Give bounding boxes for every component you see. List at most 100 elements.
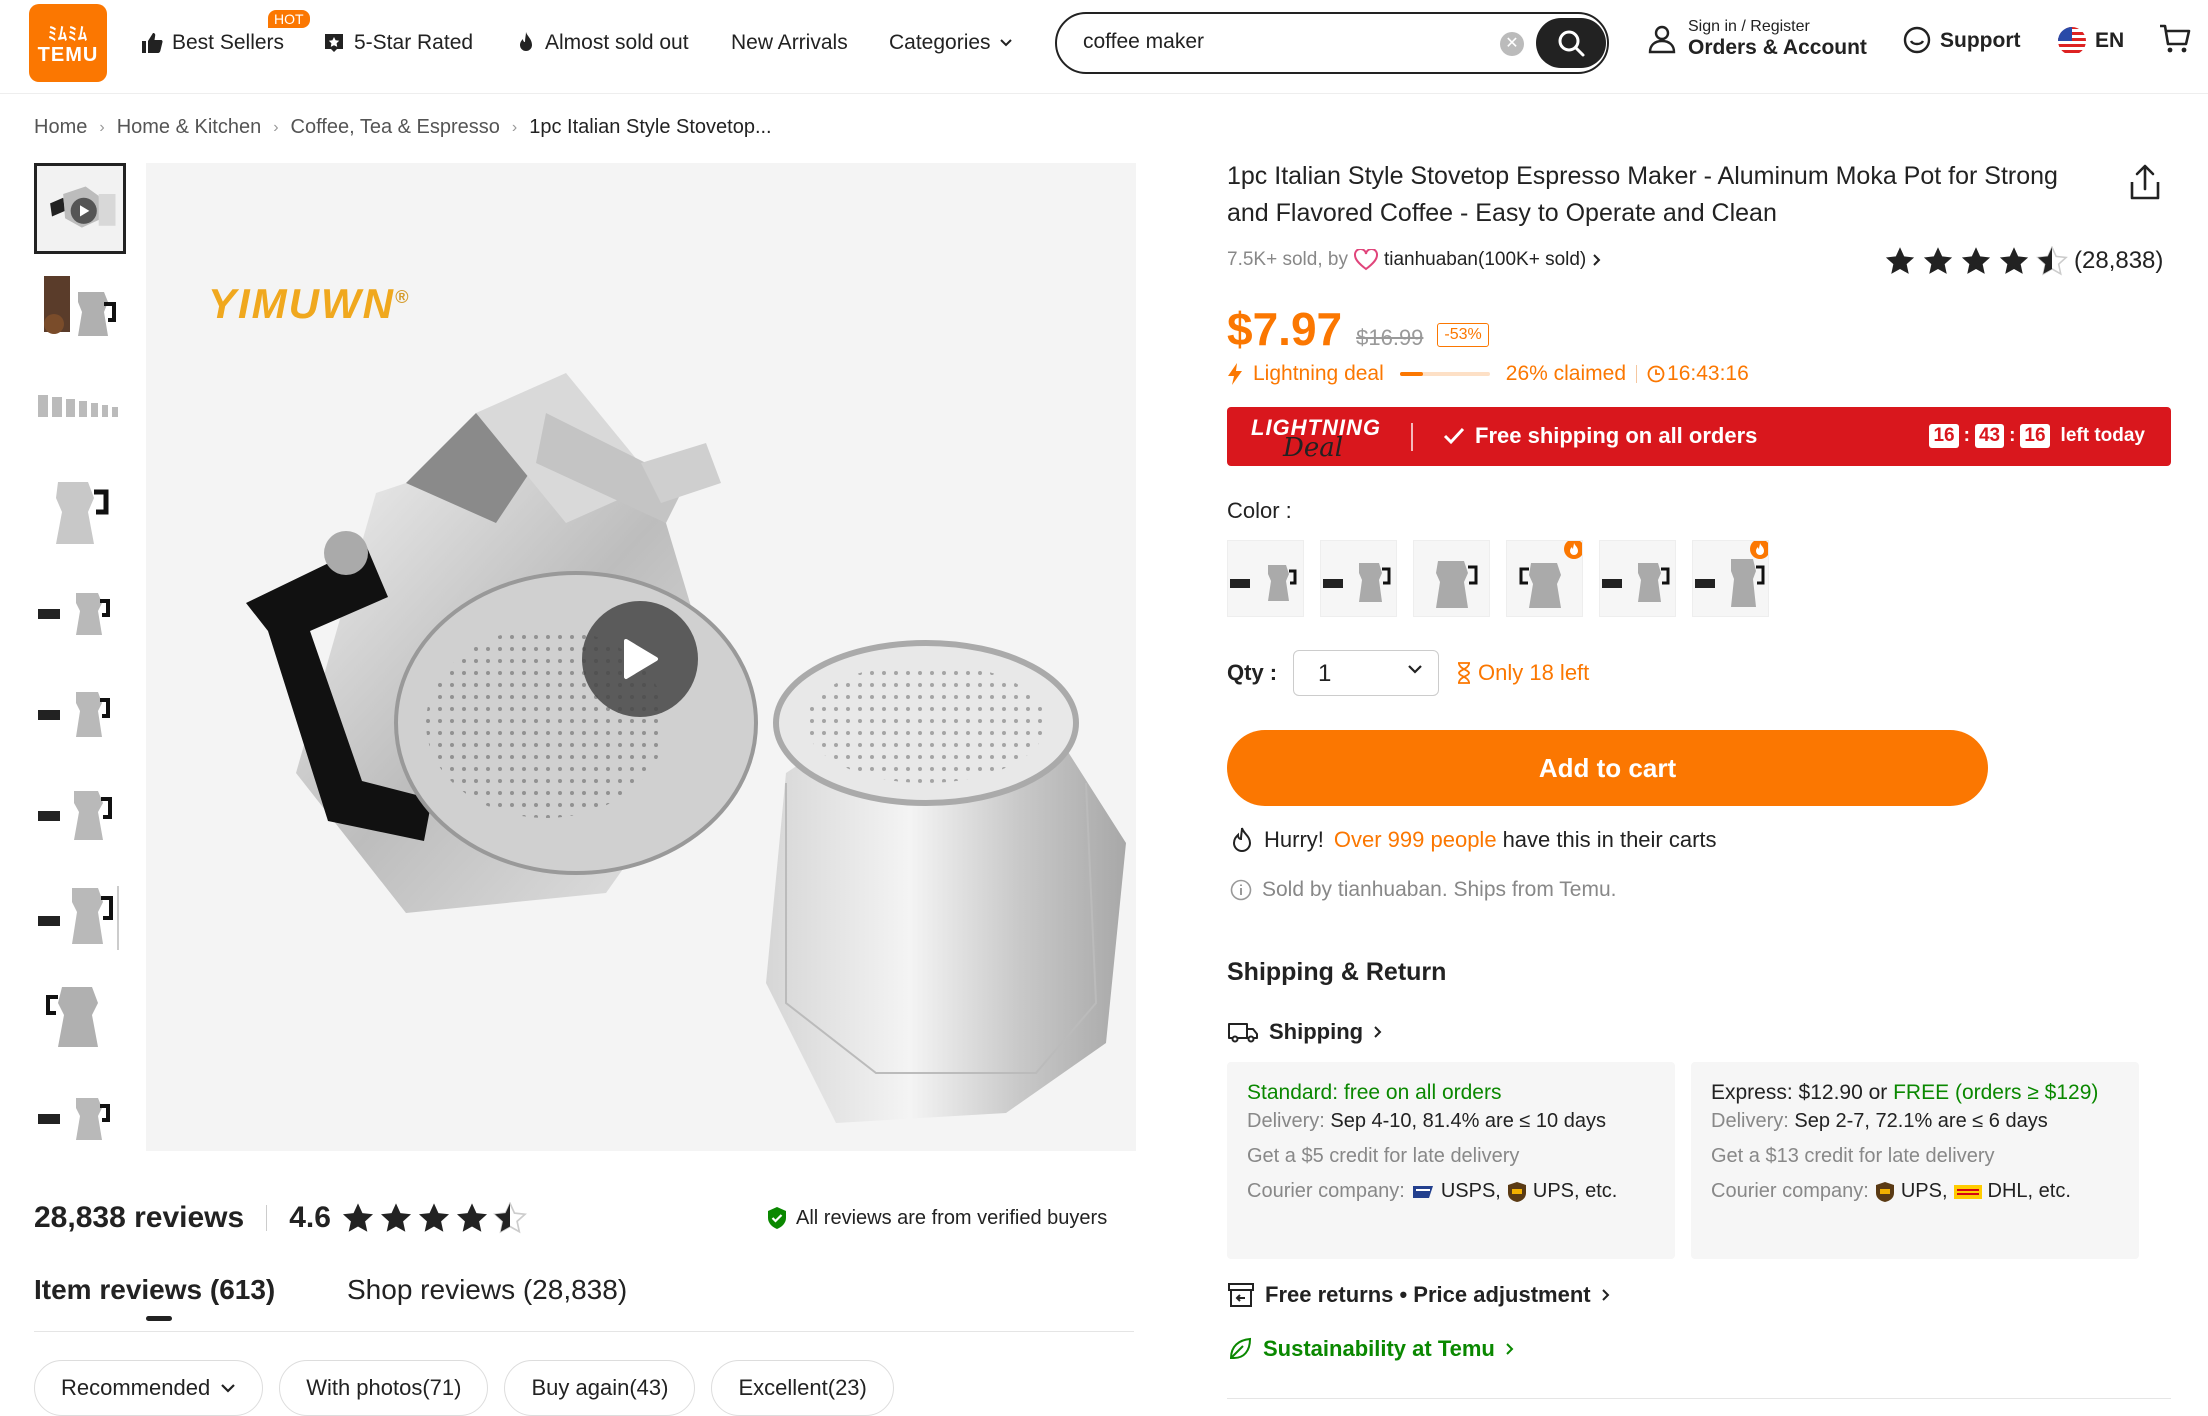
express-credit: Get a $13 credit for late delivery <box>1711 1145 1995 1167</box>
info-icon <box>1230 879 1252 901</box>
hurry-people: Over 999 people <box>1333 827 1497 852</box>
star-full-icon <box>418 1203 449 1232</box>
tab-shop-reviews[interactable]: Shop reviews (28,838) <box>347 1274 627 1306</box>
nav-categories[interactable]: Categories <box>889 28 1013 58</box>
temu-logo[interactable]: ﾐﾑﾐﾑ TEMU <box>29 4 107 82</box>
breadcrumb-home-kitchen[interactable]: Home & Kitchen <box>117 116 262 139</box>
nav-best-sellers[interactable]: Best Sellers <box>140 28 284 58</box>
language-selector[interactable]: EN <box>2057 26 2124 56</box>
thumbnail-image[interactable] <box>34 1072 126 1163</box>
shipping-link-label: Shipping <box>1269 1019 1364 1044</box>
ups-logo-icon <box>1507 1181 1526 1202</box>
clear-search-icon[interactable]: ✕ <box>1500 32 1524 56</box>
moka-pot-swatch-image <box>1230 565 1297 601</box>
shipping-link[interactable]: Shipping <box>1227 1019 1383 1045</box>
truck-icon <box>1228 1023 1258 1043</box>
courier-label: Courier company: <box>1711 1180 1869 1202</box>
stock-text: Only 18 left <box>1478 660 1590 685</box>
claimed-progress-fill <box>1399 372 1424 376</box>
cart-button[interactable] <box>2158 24 2192 54</box>
chevron-right-icon <box>1593 254 1601 266</box>
moka-pot-thumbnail-image <box>37 166 123 251</box>
add-to-cart-button[interactable]: Add to cart <box>1227 730 1988 806</box>
moka-pot-thumbnail-image <box>34 365 126 456</box>
sustainability-link[interactable]: Sustainability at Temu <box>1227 1336 1515 1362</box>
search-button[interactable] <box>1536 18 1606 68</box>
product-rating[interactable]: (28,838) <box>1884 246 2163 276</box>
thumbnail-image[interactable] <box>34 971 126 1062</box>
average-rating: 4.6 <box>289 1201 331 1234</box>
sold-count: 7.5K+ sold, by <box>1227 249 1348 270</box>
account-menu[interactable]: Sign in / Register Orders & Account <box>1648 18 1867 60</box>
breadcrumb-coffee[interactable]: Coffee, Tea & Espresso <box>291 116 500 139</box>
deal-timer: 16:43:16 <box>1667 362 1749 385</box>
delivery-value: Sep 4-10, 81.4% are ≤ 10 days <box>1330 1110 1606 1132</box>
countdown-minutes: 43 <box>1974 424 2005 448</box>
color-option[interactable] <box>1506 540 1583 617</box>
quantity-select[interactable]: 1 <box>1293 650 1439 696</box>
filter-buy-again[interactable]: Buy again(43) <box>504 1360 696 1416</box>
user-icon <box>1648 25 1676 54</box>
filter-excellent[interactable]: Excellent(23) <box>711 1360 894 1416</box>
color-label: Color : <box>1227 498 1292 523</box>
thumbnail-image[interactable] <box>34 668 126 759</box>
thumbnail-image[interactable] <box>34 769 126 860</box>
thumbnail-list <box>34 163 126 1173</box>
star-badge-icon <box>325 34 343 52</box>
divider <box>266 1205 268 1231</box>
color-option[interactable] <box>1692 540 1769 617</box>
courier-ups: UPS, <box>1900 1180 1948 1202</box>
search-box[interactable]: coffee maker ✕ <box>1055 12 1609 74</box>
star-full-icon <box>380 1203 411 1232</box>
stock-warning: Only 18 left <box>1456 660 1589 686</box>
thumbnail-image[interactable] <box>34 870 126 961</box>
shop-name-link[interactable]: tianhuaban(100K+ sold) <box>1384 249 1586 271</box>
chevron-down-icon <box>221 1384 235 1393</box>
star-full-icon <box>1923 247 1953 274</box>
color-option[interactable] <box>1227 540 1304 617</box>
color-option[interactable] <box>1599 540 1676 617</box>
nav-new-arrivals[interactable]: New Arrivals <box>731 28 848 58</box>
active-tab-indicator <box>146 1316 172 1321</box>
thumbnail-image[interactable] <box>34 466 126 557</box>
language-label: EN <box>2095 29 2125 52</box>
star-full-icon <box>456 1203 487 1232</box>
support-link[interactable]: Support <box>1902 26 2020 56</box>
filter-recommended[interactable]: Recommended <box>34 1360 264 1416</box>
hot-flame-icon <box>1564 541 1582 559</box>
star-full-icon <box>1961 247 1991 274</box>
nav-almost-sold-out[interactable]: Almost sold out <box>515 28 689 58</box>
claimed-text: 26% claimed <box>1505 362 1627 385</box>
express-courier: Courier company: UPS, DHL, etc. <box>1711 1177 2119 1206</box>
tab-item-reviews[interactable]: Item reviews (613) <box>34 1274 275 1306</box>
moka-pot-thumbnail-image <box>34 971 126 1062</box>
breadcrumb-separator: › <box>99 118 105 136</box>
share-button[interactable] <box>2128 164 2162 202</box>
sustainability-label: Sustainability at Temu <box>1263 1336 1495 1361</box>
color-option[interactable] <box>1413 540 1490 617</box>
share-icon <box>2130 164 2160 200</box>
search-input[interactable]: coffee maker <box>1083 30 1204 54</box>
thumbnail-image[interactable] <box>34 365 126 456</box>
ups-logo-icon <box>1875 1181 1894 1202</box>
rating-count: (28,838) <box>2074 247 2164 274</box>
courier-dhl: DHL, etc. <box>1987 1180 2071 1202</box>
moka-pot-swatch-image <box>1602 563 1670 602</box>
play-video-button[interactable] <box>582 601 698 717</box>
breadcrumb: Home › Home & Kitchen › Coffee, Tea & Es… <box>34 116 772 139</box>
filter-with-photos[interactable]: With photos(71) <box>279 1360 489 1416</box>
breadcrumb-home[interactable]: Home <box>34 116 87 139</box>
current-price: $7.97 <box>1227 303 1343 355</box>
top-header: ﾐﾑﾐﾑ TEMU Best Sellers HOT 5-Star Rated … <box>0 0 2208 94</box>
free-returns-link[interactable]: Free returns • Price adjustment <box>1227 1282 1611 1308</box>
thumbnail-image[interactable] <box>34 264 126 355</box>
color-option[interactable] <box>1320 540 1397 617</box>
thumbnail-image[interactable] <box>34 567 126 658</box>
main-product-image[interactable]: YIMUWN® <box>146 163 1136 1151</box>
nav-label: New Arrivals <box>731 31 848 54</box>
thumbnail-video[interactable] <box>34 163 126 254</box>
orders-account-label: Orders & Account <box>1688 36 1867 59</box>
nav-five-star[interactable]: 5-Star Rated <box>322 28 473 58</box>
hurry-notice: Hurry! Over 999 people have this in thei… <box>1230 826 1717 854</box>
nav-label: Almost sold out <box>545 31 689 54</box>
